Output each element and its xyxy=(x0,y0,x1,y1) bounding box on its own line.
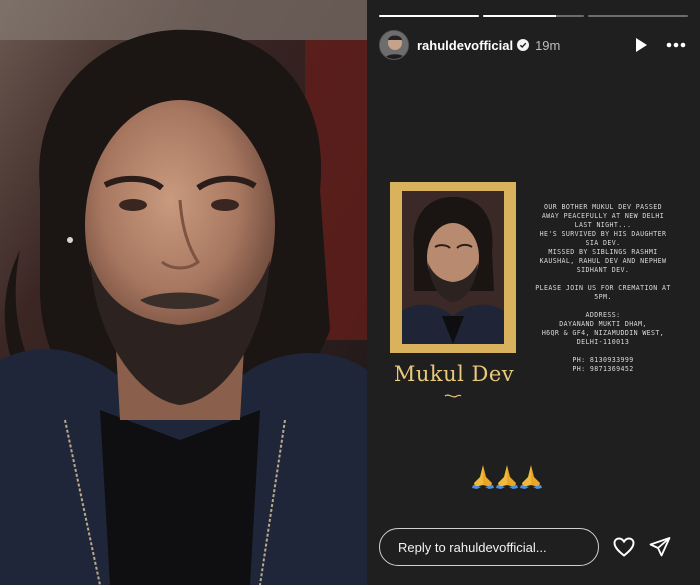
announcement-line: 5PM. xyxy=(594,293,612,301)
username[interactable]: rahuldevofficial xyxy=(417,38,513,53)
memorial-name: Mukul Dev xyxy=(393,362,515,386)
story-progress xyxy=(379,15,688,17)
announcement-line xyxy=(522,275,684,284)
send-icon[interactable] xyxy=(648,535,672,564)
progress-segment-1 xyxy=(379,15,480,17)
announcement-line: DELHI-110013 xyxy=(576,338,630,346)
announcement-line: OUR BOTHER MUKUL DEV PASSED xyxy=(544,203,662,211)
portrait-illustration xyxy=(0,0,367,585)
story-viewer: rahuldevofficial 19m Mukul Dev OUR BOTHE… xyxy=(367,0,700,585)
announcement-line xyxy=(522,347,684,356)
progress-segment-3 xyxy=(587,15,688,17)
announcement-line: KAUSHAL, RAHUL DEV AND NEPHEW xyxy=(539,257,667,265)
reply-input[interactable]: Reply to rahuldevofficial... xyxy=(379,528,599,566)
play-icon[interactable] xyxy=(634,37,648,53)
heart-icon[interactable] xyxy=(612,535,636,564)
more-options-icon[interactable] xyxy=(666,42,686,48)
flourish-ornament-icon xyxy=(444,394,462,398)
post-time: 19m xyxy=(535,37,561,53)
progress-segment-2 xyxy=(483,15,584,17)
announcement-line xyxy=(522,302,684,311)
prayer-hands-icon xyxy=(471,463,543,489)
announcement-line: SIA DEV. xyxy=(585,239,621,247)
memorial-announcement: OUR BOTHER MUKUL DEV PASSED AWAY PEACEFUL… xyxy=(522,203,684,374)
memorial-photo-frame xyxy=(390,182,516,353)
story-header: rahuldevofficial 19m xyxy=(379,30,686,60)
announcement-line: ADDRESS: xyxy=(585,311,621,319)
portrait-photo xyxy=(0,0,367,585)
announcement-line: AWAY PEACEFULLY AT NEW DELHI xyxy=(541,212,665,220)
memorial-photo xyxy=(402,191,504,344)
announcement-line: HE'S SURVIVED BY HIS DAUGHTER xyxy=(539,230,667,238)
verified-badge-icon xyxy=(517,39,530,51)
announcement-line: H6QR & GF4, NIZAMUDDIN WEST, xyxy=(541,329,665,337)
announcement-line: PH: 9871369452 xyxy=(572,365,634,373)
announcement-line: PLEASE JOIN US FOR CREMATION AT xyxy=(535,284,671,292)
announcement-line: MISSED BY SIBLINGS RASHMI xyxy=(548,248,658,256)
announcement-line: SIDHANT DEV. xyxy=(576,266,630,274)
announcement-line: LAST NIGHT... xyxy=(574,221,632,229)
announcement-line: PH: 8130933999 xyxy=(572,356,634,364)
announcement-line: DAYANAND MUKTI DHAM, xyxy=(559,320,647,328)
avatar[interactable] xyxy=(379,30,409,60)
